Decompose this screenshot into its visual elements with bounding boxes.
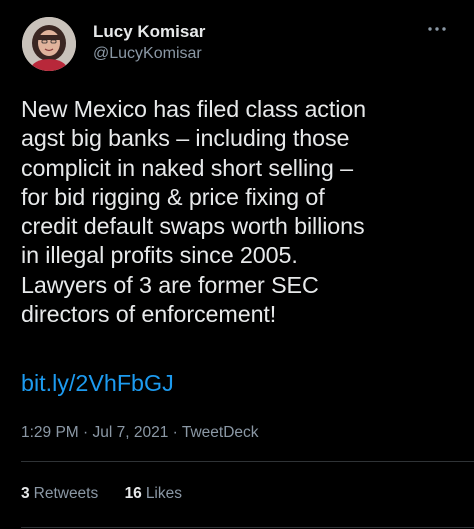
tweet-date[interactable]: Jul 7, 2021 [93,424,169,441]
avatar[interactable] [22,17,76,71]
tweet-meta: 1:29 PM · Jul 7, 2021 · TweetDeck [21,424,259,442]
tweet-text-line: credit default swaps worth billions [21,213,365,240]
tweet-time[interactable]: 1:29 PM [21,424,79,441]
retweets-stat[interactable]: 3 Retweets [21,485,98,503]
tweet-text-line: complicit in naked short selling – [21,154,353,181]
tweet-link[interactable]: bit.ly/2VhFbGJ [21,369,174,398]
tweet-card: Lucy Komisar @LucyKomisar New Mexico has… [0,0,474,529]
tweet-text-line: directors of enforcement! [21,301,277,328]
tweet-source[interactable]: TweetDeck [182,424,259,441]
retweets-label: Retweets [33,485,99,502]
likes-stat[interactable]: 16 Likes [125,485,182,503]
tweet-text-line: Lawyers of 3 are former SEC [21,271,319,298]
tweet-text-line: New Mexico has filed class action [21,96,367,122]
avatar-image [22,17,76,71]
author-display-name[interactable]: Lucy Komisar [93,22,205,42]
meta-separator: · [78,424,93,441]
tweet-stats: 3 Retweets 16 Likes [21,485,204,503]
more-horizontal-icon[interactable] [426,22,448,36]
meta-separator: · [168,424,182,441]
retweets-count: 3 [21,485,30,502]
likes-count: 16 [124,485,142,502]
tweet-text-line: in illegal profits since 2005. [21,242,298,269]
tweet-text-line: for bid rigging & price fixing of [21,183,325,210]
tweet-text-line: agst big banks – including those [21,125,350,152]
divider [21,461,474,462]
author-handle[interactable]: @LucyKomisar [93,45,202,63]
likes-label: Likes [145,485,182,502]
tweet-text: New Mexico has filed class action agst b… [21,95,461,329]
divider [21,527,474,528]
